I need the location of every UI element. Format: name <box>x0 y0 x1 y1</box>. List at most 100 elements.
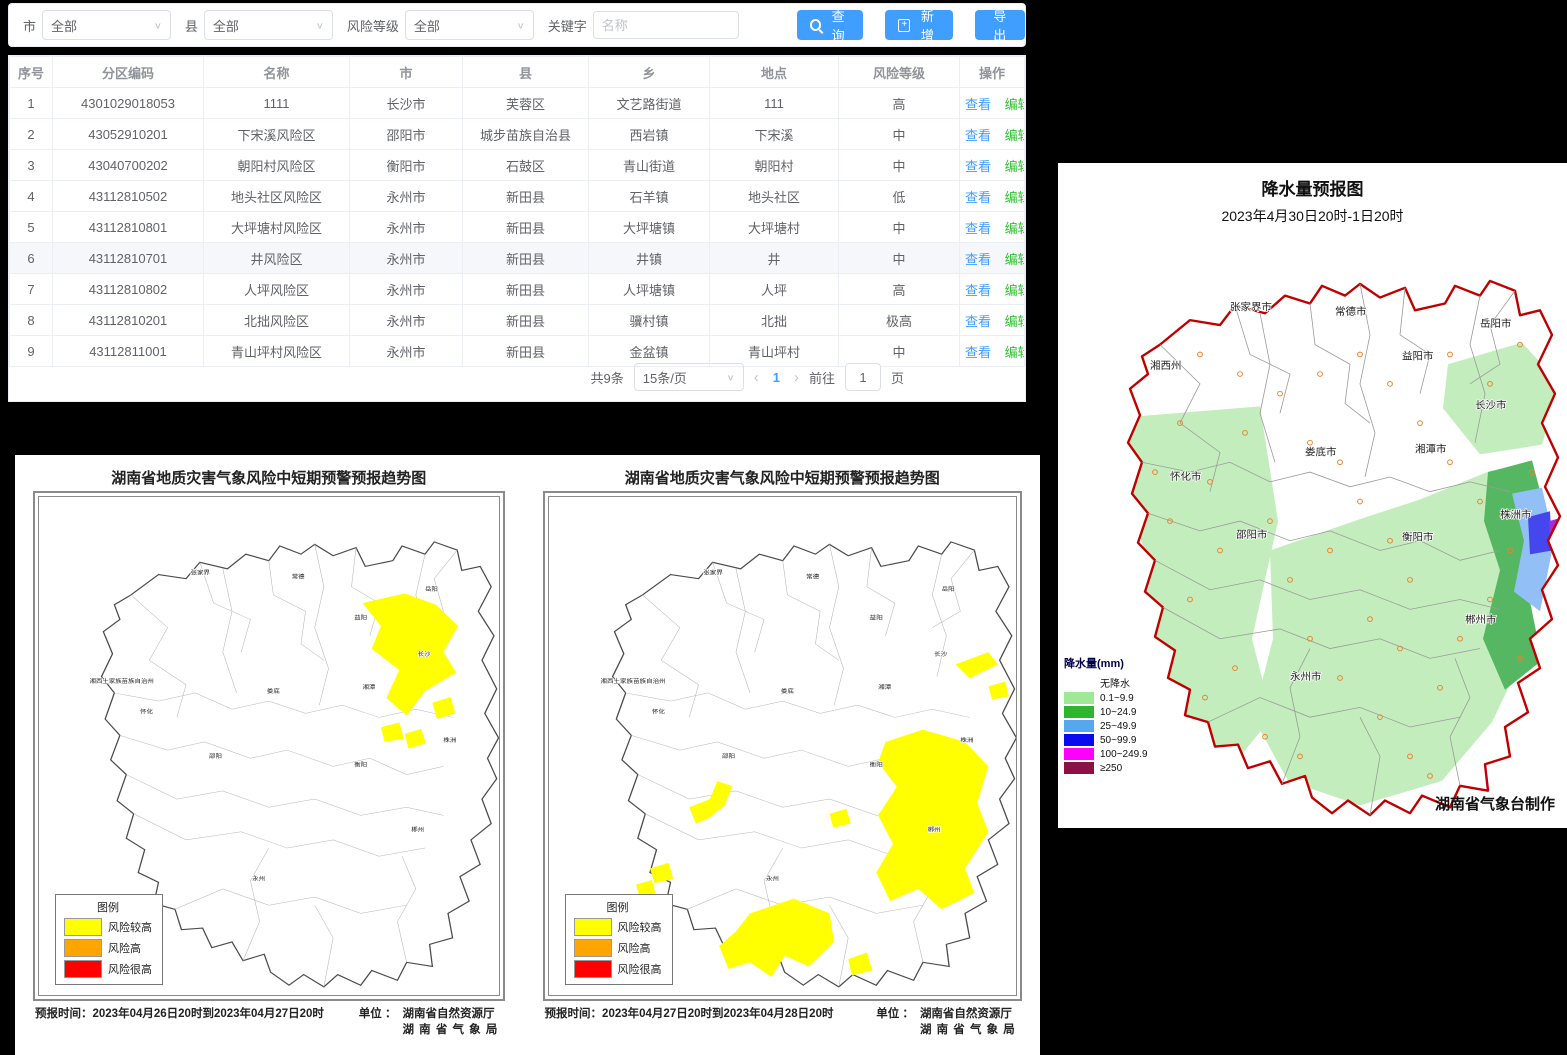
cell-county: 石鼓区 <box>463 150 589 181</box>
table-row: 7 43112810802 人坪风险区 永州市 新田县 人坪塘镇 人坪 高 查看… <box>10 274 1025 305</box>
cell-code: 43112810802 <box>53 274 204 305</box>
edit-link[interactable]: 编辑 <box>1005 190 1025 205</box>
total-count: 共9条 <box>591 368 624 387</box>
cell-actions: 查看 编辑 删除 <box>960 243 1025 274</box>
current-page[interactable]: 1 <box>769 370 784 385</box>
edit-link[interactable]: 编辑 <box>1005 283 1025 298</box>
cell-actions: 查看 编辑 删除 <box>960 88 1025 119</box>
city-filter-label: 市 <box>23 16 36 35</box>
cell-risk-level: 中 <box>839 212 960 243</box>
view-link[interactable]: 查看 <box>965 221 991 236</box>
cell-county: 新田县 <box>463 243 589 274</box>
view-link[interactable]: 查看 <box>965 345 991 360</box>
city-select[interactable]: 全部 ∨ <box>42 10 171 40</box>
edit-link[interactable]: 编辑 <box>1005 314 1025 329</box>
cell-code: 43052910201 <box>53 119 204 150</box>
edit-link[interactable]: 编辑 <box>1005 97 1025 112</box>
add-button[interactable]: + 新增 <box>885 10 952 40</box>
cell-city: 衡阳市 <box>350 150 463 181</box>
cell-risk-level: 高 <box>839 274 960 305</box>
cell-risk-level: 高 <box>839 88 960 119</box>
city-label: 怀化市 <box>1170 470 1201 483</box>
risk-level-select[interactable]: 全部 ∨ <box>405 10 534 40</box>
cell-spot: 青山坪村 <box>710 336 839 367</box>
edit-link[interactable]: 编辑 <box>1005 345 1025 360</box>
cell-spot: 人坪 <box>710 274 839 305</box>
city-label: 湘潭 <box>878 683 891 690</box>
city-label: 岳阳 <box>425 585 438 593</box>
cell-city: 永州市 <box>350 212 463 243</box>
view-link[interactable]: 查看 <box>965 252 991 267</box>
view-link[interactable]: 查看 <box>965 190 991 205</box>
county-select[interactable]: 全部 ∨ <box>204 10 333 40</box>
city-label: 常德市 <box>1335 305 1366 318</box>
table-row: 2 43052910201 下宋溪风险区 邵阳市 城步苗族自治县 西岩镇 下宋溪… <box>10 119 1025 150</box>
column-header: 操作 <box>960 57 1025 88</box>
legend-swatch <box>64 960 102 978</box>
unit-label: 单位 ： <box>876 1005 914 1037</box>
view-link[interactable]: 查看 <box>965 128 991 143</box>
cell-actions: 查看 编辑 删除 <box>960 181 1025 212</box>
edit-link[interactable]: 编辑 <box>1005 159 1025 174</box>
city-label: 湘潭 <box>363 683 376 691</box>
city-label: 怀化 <box>651 708 664 715</box>
table-row: 9 43112811001 青山坪村风险区 永州市 新田县 金盆镇 青山坪村 中… <box>10 336 1025 367</box>
cell-name: 青山坪村风险区 <box>204 336 350 367</box>
cell-county: 新田县 <box>463 212 589 243</box>
cell-county: 芙蓉区 <box>463 88 589 119</box>
cell-spot: 北拙 <box>710 305 839 336</box>
table-row: 1 4301029018053 1111 长沙市 芙蓉区 文艺路街道 111 高… <box>10 88 1025 119</box>
trend-map-box: 湘西土家族苗族自治州张家界常德岳阳益阳长沙娄底湘潭株洲怀化邵阳衡阳永州郴州 图例… <box>33 491 505 1001</box>
search-icon <box>810 19 821 31</box>
cell-code: 4301029018053 <box>53 88 204 119</box>
export-button[interactable]: 导出 <box>975 10 1025 40</box>
cell-code: 43112810801 <box>53 212 204 243</box>
unit-line2: 湖南省气象局 <box>402 1021 502 1037</box>
city-label: 湘西州 <box>1150 359 1181 372</box>
cell-seq: 1 <box>10 88 53 119</box>
city-label: 益阳 <box>869 614 882 621</box>
cell-name: 下宋溪风险区 <box>204 119 350 150</box>
cell-spot: 下宋溪 <box>710 119 839 150</box>
chevron-down-icon: ∨ <box>316 20 324 30</box>
prev-page-button[interactable]: ‹ <box>754 369 759 386</box>
precip-map-subtitle: 2023年4月30日20时-1日20时 <box>1058 200 1567 226</box>
goto-page-input[interactable] <box>845 363 881 391</box>
table-row: 4 43112810502 地头社区风险区 永州市 新田县 石羊镇 地头社区 低… <box>10 181 1025 212</box>
edit-link[interactable]: 编辑 <box>1005 221 1025 236</box>
cell-code: 43112810701 <box>53 243 204 274</box>
view-link[interactable]: 查看 <box>965 283 991 298</box>
city-label: 湘西土家族苗族自治州 <box>90 678 154 686</box>
cell-seq: 6 <box>10 243 53 274</box>
view-link[interactable]: 查看 <box>965 159 991 174</box>
cell-code: 43112810201 <box>53 305 204 336</box>
city-label: 张家界 <box>191 569 210 577</box>
city-label: 常德 <box>806 573 819 580</box>
search-button[interactable]: 查询 <box>797 10 863 40</box>
cell-spot: 朝阳村 <box>710 150 839 181</box>
filter-bar: 市 全部 ∨ 县 全部 ∨ 风险等级 全部 ∨ 关键字 查询 + 新增 导出 <box>8 3 1026 47</box>
legend-swatch <box>1064 762 1094 774</box>
trend-map-footer: 预报时间：2023年04月26日20时到2023年04月27日20时 单位 ： … <box>33 1001 505 1037</box>
unit-line1: 湖南省自然资源厅 <box>920 1005 1020 1021</box>
cell-name: 地头社区风险区 <box>204 181 350 212</box>
city-label: 张家界 <box>703 569 723 576</box>
city-label: 衡阳 <box>869 761 882 768</box>
keyword-input[interactable] <box>593 11 739 39</box>
risk-level-select-value: 全部 <box>414 16 440 35</box>
table-header-row: 序号分区编码名称市县乡地点风险等级操作 <box>10 57 1025 88</box>
unit-line1: 湖南省自然资源厅 <box>402 1005 502 1021</box>
cell-name: 大坪塘村风险区 <box>204 212 350 243</box>
cell-actions: 查看 编辑 删除 <box>960 119 1025 150</box>
plus-icon: + <box>898 19 910 32</box>
next-page-button[interactable]: › <box>794 369 799 386</box>
cell-city: 永州市 <box>350 274 463 305</box>
view-link[interactable]: 查看 <box>965 97 991 112</box>
city-label: 娄底 <box>780 687 793 694</box>
edit-link[interactable]: 编辑 <box>1005 128 1025 143</box>
page-size-select[interactable]: 15条/页 ∨ <box>634 363 744 391</box>
cell-code: 43040700202 <box>53 150 204 181</box>
edit-link[interactable]: 编辑 <box>1005 252 1025 267</box>
view-link[interactable]: 查看 <box>965 314 991 329</box>
column-header: 分区编码 <box>53 57 204 88</box>
